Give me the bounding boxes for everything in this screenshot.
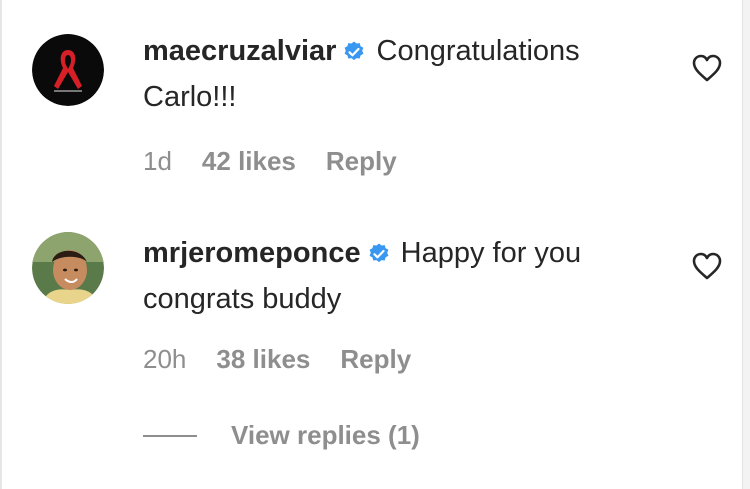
profile-photo-icon	[32, 232, 104, 304]
replies-divider-line	[143, 434, 197, 437]
avatar[interactable]	[32, 232, 104, 304]
red-ribbon-icon	[32, 34, 104, 106]
comment-likes[interactable]: 38 likes	[216, 344, 310, 375]
reply-button[interactable]: Reply	[326, 146, 397, 177]
heart-icon[interactable]	[692, 54, 722, 82]
left-border	[0, 0, 2, 489]
verified-badge-icon	[367, 236, 391, 278]
comment-username[interactable]: mrjeromeponce	[143, 237, 361, 269]
reply-button[interactable]: Reply	[340, 344, 411, 375]
avatar[interactable]	[32, 34, 104, 106]
comment-time: 1d	[143, 146, 172, 176]
view-replies[interactable]: View replies (1)	[143, 420, 420, 451]
comment-text-block: mrjeromeponce Happy for you congrats bud…	[143, 232, 663, 320]
comment-likes[interactable]: 42 likes	[202, 146, 296, 177]
scrollbar[interactable]	[742, 0, 750, 489]
comment-time: 20h	[143, 344, 187, 374]
comment-meta: 20h 38 likes Reply	[143, 344, 411, 375]
heart-icon[interactable]	[692, 252, 722, 280]
verified-badge-icon	[342, 34, 366, 76]
comment-username[interactable]: maecruzalviar	[143, 35, 336, 67]
comment-meta: 1d 42 likes Reply	[143, 146, 397, 177]
comment-text-block: maecruzalviar Congratulations Carlo!!!	[143, 30, 663, 118]
view-replies-button[interactable]: View replies (1)	[231, 420, 420, 451]
